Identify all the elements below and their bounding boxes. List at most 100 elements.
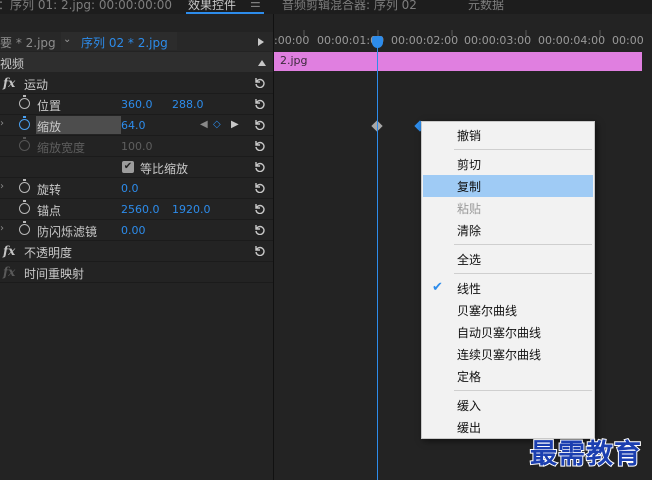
expand-arrow-icon[interactable]: › <box>0 223 4 234</box>
uniform-scale-label: 等比缩放 <box>140 162 189 176</box>
video-section-header: 视频 <box>0 52 273 72</box>
add-keyframe-icon[interactable]: ◇ <box>213 119 221 130</box>
menu-item-auto-bezier[interactable]: 自动贝塞尔曲线 <box>423 321 593 343</box>
reset-icon[interactable] <box>253 244 265 257</box>
menu-item-bezier[interactable]: 贝塞尔曲线 <box>423 299 593 321</box>
property-name: 位置 <box>37 99 62 113</box>
menu-item-ease-in[interactable]: 缓入 <box>423 394 593 416</box>
effect-controls-panel: 要 * 2.jpg ⌄ 序列 02 * 2.jpg 视频 fx 运动 位置 36… <box>0 14 273 480</box>
menu-item-label: 缓出 <box>457 421 482 435</box>
tab-audio-clip-mixer[interactable]: 音频剪辑混合器: 序列 02 <box>282 0 417 13</box>
clip-bar[interactable]: 2.jpg <box>274 52 642 71</box>
property-name: 锚点 <box>37 204 62 218</box>
checkmark-icon: ✔ <box>432 280 443 295</box>
next-keyframe-icon[interactable]: ▶ <box>231 119 239 130</box>
menu-item-select-all[interactable]: 全选 <box>423 248 593 270</box>
menu-separator <box>454 149 592 150</box>
reset-icon[interactable] <box>253 139 265 152</box>
property-row-scale-width: 缩放宽度 100.0 <box>0 136 273 157</box>
anti-flicker-value[interactable]: 0.00 <box>121 224 146 237</box>
tab-metadata[interactable]: 元数据 <box>468 0 504 13</box>
stopwatch-icon[interactable] <box>19 200 30 214</box>
property-name: 缩放 <box>36 116 121 134</box>
menu-item-continuous-bezier[interactable]: 连续贝塞尔曲线 <box>423 343 593 365</box>
menu-item-cut[interactable]: 剪切 <box>423 153 593 175</box>
menu-item-undo[interactable]: 撤销 <box>423 124 593 146</box>
menu-separator <box>454 390 592 391</box>
expand-arrow-icon[interactable]: › <box>0 118 4 129</box>
menu-separator <box>454 244 592 245</box>
effect-row-opacity[interactable]: fx 不透明度 <box>0 241 273 262</box>
stopwatch-icon[interactable] <box>19 221 30 235</box>
menu-item-label: 清除 <box>457 224 482 238</box>
show-timeline-toggle-icon[interactable] <box>258 38 264 46</box>
anchor-y-value[interactable]: 1920.0 <box>172 203 211 216</box>
menu-item-label: 缓入 <box>457 399 482 413</box>
sequence-clip-label: 序列 02 * 2.jpg <box>81 36 168 50</box>
video-section-label: 视频 <box>0 57 25 71</box>
stopwatch-icon[interactable] <box>19 116 30 130</box>
menu-item-label: 全选 <box>457 253 482 267</box>
reset-icon[interactable] <box>253 160 265 173</box>
menu-item-clear[interactable]: 清除 <box>423 219 593 241</box>
menu-item-label: 定格 <box>457 370 482 384</box>
panel-tab-bar: ：序列 01: 2.jpg: 00:00:00:00 效果控件 ☰ 音频剪辑混合… <box>0 0 652 14</box>
position-x-value[interactable]: 360.0 <box>121 98 153 111</box>
menu-item-label: 剪切 <box>457 158 482 172</box>
rotation-value[interactable]: 0.0 <box>121 182 139 195</box>
stopwatch-icon[interactable] <box>19 179 30 193</box>
previous-keyframe-icon[interactable]: ◀ <box>200 119 208 130</box>
property-row-rotation[interactable]: › 旋转 0.0 <box>0 178 273 199</box>
reset-icon[interactable] <box>253 181 265 194</box>
sequence-clip-tab[interactable]: ⌄ 序列 02 * 2.jpg <box>61 32 177 50</box>
clip-name: 2.jpg <box>280 54 308 67</box>
menu-item-label: 粘贴 <box>457 202 482 216</box>
fx-icon: fx <box>3 265 16 279</box>
menu-item-label: 撤销 <box>457 129 482 143</box>
uniform-scale-checkbox[interactable]: ✔ <box>122 161 134 173</box>
fx-icon[interactable]: fx <box>3 244 15 258</box>
effect-row-motion[interactable]: fx 运动 <box>0 73 273 94</box>
stopwatch-icon[interactable] <box>19 95 30 109</box>
menu-item-paste: 粘贴 <box>423 197 593 219</box>
menu-separator <box>454 273 592 274</box>
menu-item-hold[interactable]: 定格 <box>423 365 593 387</box>
effect-row-time-remapping[interactable]: fx 时间重映射 <box>0 262 273 283</box>
panel-menu-icon[interactable]: ☰ <box>250 0 261 10</box>
expand-arrow-icon[interactable]: › <box>0 181 4 192</box>
reset-icon[interactable] <box>253 118 265 131</box>
property-row-anti-flicker[interactable]: › 防闪烁滤镜 0.00 <box>0 220 273 241</box>
tab-source-monitor[interactable]: ：序列 01: 2.jpg: 00:00:00:00 <box>0 0 172 13</box>
reset-icon[interactable] <box>253 76 265 89</box>
chevron-down-icon[interactable]: ⌄ <box>63 34 71 45</box>
playhead-handle[interactable] <box>372 36 383 48</box>
reset-icon[interactable] <box>253 202 265 215</box>
scale-value[interactable]: 64.0 <box>121 119 146 132</box>
effect-name: 运动 <box>24 78 49 92</box>
property-row-uniform-scale[interactable]: ✔ 等比缩放 <box>0 157 273 178</box>
menu-item-label: 连续贝塞尔曲线 <box>457 348 542 362</box>
property-row-scale[interactable]: › 缩放 64.0 ◀ ◇ ▶ <box>0 115 273 136</box>
position-y-value[interactable]: 288.0 <box>172 98 204 111</box>
menu-item-label: 贝塞尔曲线 <box>457 304 518 318</box>
master-clip-tab[interactable]: 要 * 2.jpg <box>0 34 56 51</box>
menu-item-label: 自动贝塞尔曲线 <box>457 326 542 340</box>
property-name: 旋转 <box>37 183 62 197</box>
fx-icon[interactable]: fx <box>3 76 15 90</box>
menu-item-linear[interactable]: ✔ 线性 <box>423 277 593 299</box>
watermark-text: 最需教育 <box>529 438 642 471</box>
playhead-line[interactable] <box>377 38 378 480</box>
collapse-section-icon[interactable] <box>258 60 266 66</box>
property-row-anchor-point[interactable]: 锚点 2560.0 1920.0 <box>0 199 273 220</box>
scale-width-value: 100.0 <box>121 140 153 153</box>
property-row-position[interactable]: 位置 360.0 288.0 <box>0 94 273 115</box>
reset-icon[interactable] <box>253 97 265 110</box>
menu-item-label: 线性 <box>457 282 482 296</box>
keyframe-context-menu: 撤销 剪切 复制 粘贴 清除 全选 ✔ 线性 贝塞尔曲线 自动贝塞尔曲线 连续贝… <box>421 121 595 439</box>
anchor-x-value[interactable]: 2560.0 <box>121 203 160 216</box>
reset-icon[interactable] <box>253 223 265 236</box>
menu-item-copy[interactable]: 复制 <box>423 175 593 197</box>
ruler-ticks <box>303 30 601 36</box>
stopwatch-icon <box>19 137 30 151</box>
effect-name: 不透明度 <box>24 246 73 260</box>
